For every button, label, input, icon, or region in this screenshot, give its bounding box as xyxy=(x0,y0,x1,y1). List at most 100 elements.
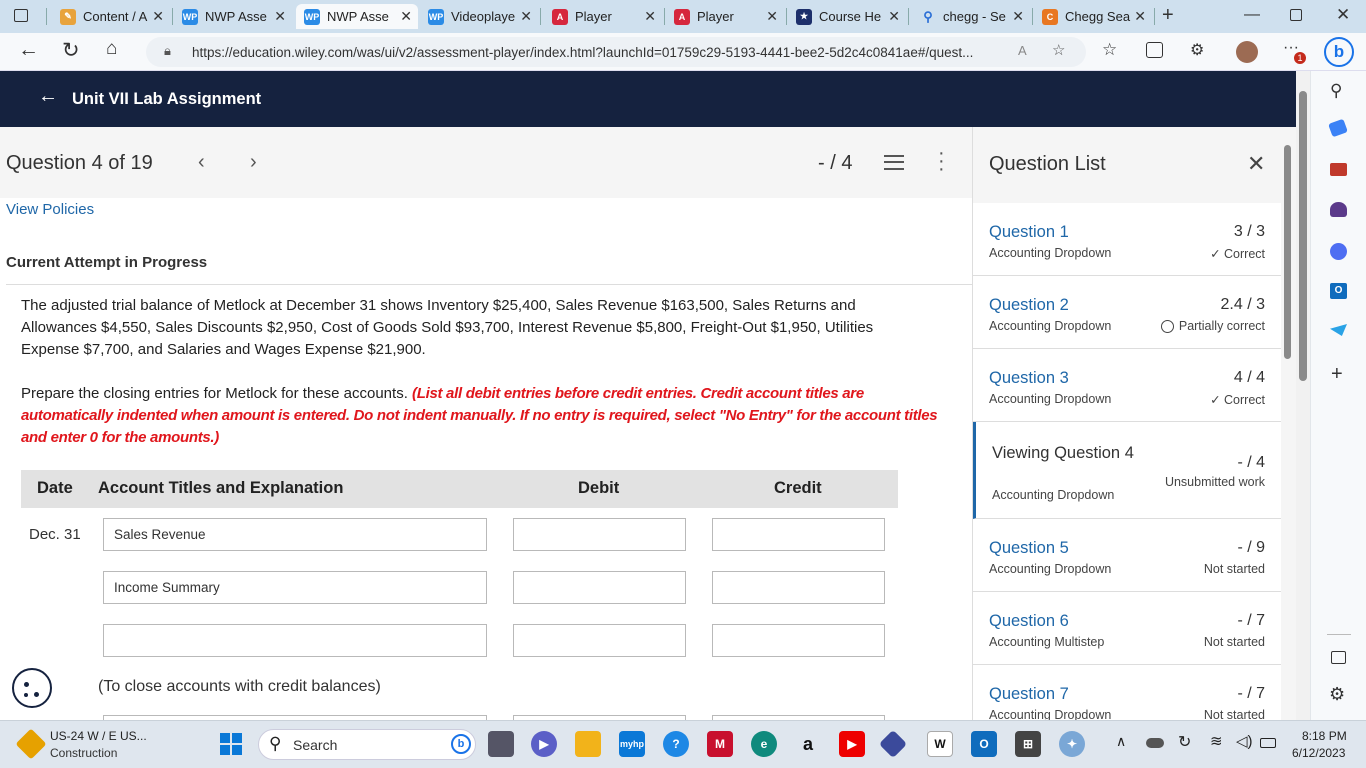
more-options-icon[interactable]: · · · xyxy=(938,143,945,179)
wifi-icon[interactable]: ≋ xyxy=(1210,732,1223,750)
clock-date[interactable]: 6/12/2023 xyxy=(1292,746,1345,760)
windows-start-icon[interactable] xyxy=(220,733,242,755)
outlook-icon[interactable]: O xyxy=(1330,283,1347,299)
address-bar[interactable]: 🔒︎ https://education.wiley.com/was/ui/v2… xyxy=(146,37,1086,67)
refresh-icon[interactable]: ↻ xyxy=(62,38,80,63)
browser-tab-2[interactable]: WP NWP Asse ✕ xyxy=(174,4,292,29)
sync-icon[interactable]: ↻ xyxy=(1178,732,1191,752)
myhp-icon[interactable]: myhp xyxy=(619,731,645,757)
account-field-1[interactable]: Sales Revenue xyxy=(103,518,487,551)
credit-field-2[interactable] xyxy=(712,571,885,604)
account-field-2[interactable]: Income Summary xyxy=(103,571,487,604)
question-list-item-7[interactable]: Question 7 Accounting Dropdown - / 7 Not… xyxy=(973,665,1281,720)
add-sidebar-icon[interactable]: + xyxy=(1331,363,1343,386)
debit-field-3[interactable] xyxy=(513,624,686,657)
back-arrow-icon[interactable]: ← xyxy=(38,85,58,108)
close-tab-icon[interactable]: ✕ xyxy=(400,8,412,25)
bing-icon[interactable]: b xyxy=(1324,37,1354,67)
wikipedia-icon[interactable]: W xyxy=(927,731,953,757)
weather-title[interactable]: US-24 W / E US... xyxy=(50,729,147,743)
question-list-item-6[interactable]: Question 6 Accounting Multistep - / 7 No… xyxy=(973,592,1281,665)
browser-tab-3-active[interactable]: WP NWP Asse ✕ xyxy=(296,4,418,29)
credit-field-1[interactable] xyxy=(712,518,885,551)
onedrive-icon[interactable] xyxy=(1146,738,1164,748)
calculator-icon[interactable]: ⊞ xyxy=(1015,731,1041,757)
close-tab-icon[interactable]: ✕ xyxy=(520,8,532,25)
browser-tab-6[interactable]: A Player ✕ xyxy=(666,4,784,29)
cookie-settings-icon[interactable] xyxy=(12,668,52,708)
read-aloud-icon[interactable]: A xyxy=(1018,43,1027,58)
amazon-icon[interactable]: a xyxy=(795,731,821,757)
close-tab-icon[interactable]: ✕ xyxy=(644,8,656,25)
close-tab-icon[interactable]: ✕ xyxy=(274,8,286,25)
outlook-taskbar-icon[interactable]: O xyxy=(971,731,997,757)
panel-scrollbar[interactable] xyxy=(1283,131,1291,717)
view-policies-link[interactable]: View Policies xyxy=(6,201,94,218)
tab-actions-icon[interactable] xyxy=(14,9,28,22)
tray-chevron-icon[interactable]: ∧ xyxy=(1116,733,1126,750)
browser-tab-8[interactable]: ⚲ chegg - Se ✕ xyxy=(912,4,1030,29)
teams-icon[interactable]: ▶ xyxy=(531,731,557,757)
home-icon[interactable]: ⌂ xyxy=(106,38,117,60)
battery-icon[interactable] xyxy=(1260,738,1276,748)
settings-gear-icon[interactable]: ⚙ xyxy=(1329,684,1345,705)
volume-icon[interactable]: ◁) xyxy=(1236,732,1253,750)
taskbar-search-box[interactable]: ⚲ Search b xyxy=(258,729,476,760)
next-question-icon[interactable]: › xyxy=(250,151,257,174)
account-field-3[interactable] xyxy=(103,624,487,657)
credit-field-3[interactable] xyxy=(712,624,885,657)
mcafee-icon[interactable]: M xyxy=(707,731,733,757)
close-tab-icon[interactable]: ✕ xyxy=(766,8,778,25)
edge-icon[interactable]: e xyxy=(751,731,777,757)
debit-field-1[interactable] xyxy=(513,518,686,551)
page-scrollbar[interactable] xyxy=(1296,71,1310,720)
browser-tab-5[interactable]: A Player ✕ xyxy=(544,4,662,29)
wp-icon: WP xyxy=(304,8,320,25)
vpn-icon[interactable] xyxy=(878,729,908,759)
close-panel-icon[interactable]: ✕ xyxy=(1247,151,1265,177)
tools-icon[interactable] xyxy=(1330,163,1347,176)
browser-tab-7[interactable]: ★ Course He ✕ xyxy=(788,4,906,29)
close-tab-icon[interactable]: ✕ xyxy=(888,8,900,25)
close-window-button[interactable]: ✕ xyxy=(1336,5,1350,25)
browser-tab-9[interactable]: C Chegg Sea ✕ xyxy=(1034,4,1152,29)
games-icon[interactable] xyxy=(1330,202,1347,217)
extensions-icon[interactable]: ⚙ xyxy=(1190,40,1204,60)
minimize-button[interactable]: — xyxy=(1244,6,1260,24)
settings-app-icon[interactable]: ✦ xyxy=(1059,731,1085,757)
close-tab-icon[interactable]: ✕ xyxy=(1134,8,1146,25)
debit-field-2[interactable] xyxy=(513,571,686,604)
question-title: Question 6 xyxy=(989,612,1069,630)
prev-question-icon[interactable]: ‹ xyxy=(198,151,205,174)
split-screen-icon[interactable] xyxy=(1331,651,1346,664)
restore-button[interactable] xyxy=(1290,9,1302,21)
assignment-title[interactable]: Unit VII Lab Assignment xyxy=(72,90,261,109)
file-explorer-icon[interactable] xyxy=(575,731,601,757)
office-icon[interactable] xyxy=(1330,243,1347,260)
search-icon[interactable]: ⚲ xyxy=(1330,81,1342,101)
profile-avatar[interactable] xyxy=(1236,41,1258,63)
question-list-icon[interactable] xyxy=(884,155,904,170)
collections-icon[interactable] xyxy=(1146,42,1163,58)
task-view-icon[interactable] xyxy=(488,731,514,757)
weather-warning-icon[interactable] xyxy=(15,728,47,760)
youtube-icon[interactable]: ▶ xyxy=(839,731,865,757)
favorite-add-icon[interactable]: ☆ xyxy=(1052,41,1065,59)
back-icon[interactable]: ← xyxy=(18,38,39,62)
close-tab-icon[interactable]: ✕ xyxy=(1012,8,1024,25)
help-icon[interactable]: ? xyxy=(663,731,689,757)
telegram-icon[interactable] xyxy=(1330,324,1347,336)
question-list-item-2[interactable]: Question 2 Accounting Dropdown 2.4 / 3 P… xyxy=(973,276,1281,349)
close-tab-icon[interactable]: ✕ xyxy=(152,8,164,25)
browser-tab-1[interactable]: ✎ Content / A ✕ xyxy=(52,4,170,29)
question-list-item-3[interactable]: Question 3 Accounting Dropdown 4 / 4 ✓ C… xyxy=(973,349,1281,422)
question-list-item-1[interactable]: Question 1 Accounting Dropdown 3 / 3 ✓ C… xyxy=(973,203,1281,276)
clock-time[interactable]: 8:18 PM xyxy=(1302,729,1347,743)
question-status: Not started xyxy=(1203,708,1265,720)
question-list-item-5[interactable]: Question 5 Accounting Dropdown - / 9 Not… xyxy=(973,519,1281,592)
shopping-tag-icon[interactable] xyxy=(1328,118,1348,138)
browser-tab-4[interactable]: WP Videoplaye ✕ xyxy=(420,4,538,29)
new-tab-button[interactable]: + xyxy=(1162,4,1174,27)
favorites-icon[interactable]: ☆ xyxy=(1102,40,1117,60)
question-list-item-4-current[interactable]: Viewing Question 4 Accounting Dropdown -… xyxy=(973,422,1281,519)
